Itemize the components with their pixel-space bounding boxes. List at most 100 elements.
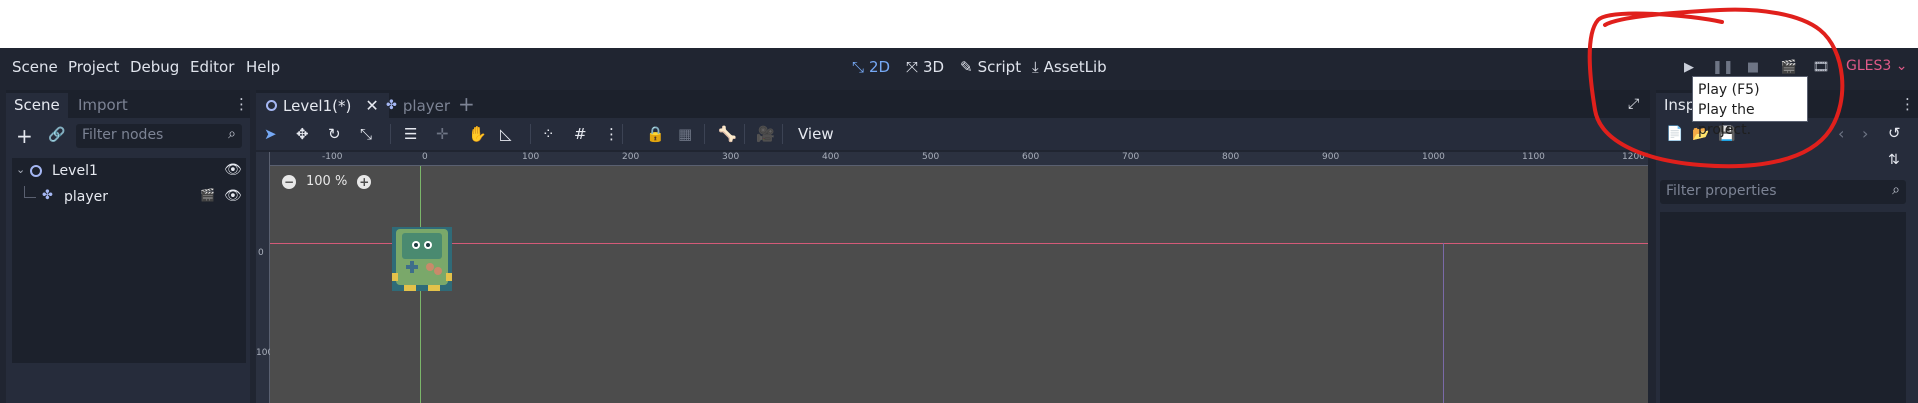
workspace-2d-label: 2D	[869, 58, 891, 76]
play-custom-scene-button[interactable]: 🎞	[1812, 60, 1830, 78]
lock-icon[interactable]: 🔒	[646, 125, 665, 143]
menu-help[interactable]: Help	[246, 58, 280, 76]
renderer-select[interactable]: GLES3 ⌄	[1846, 58, 1907, 74]
filter-nodes-input[interactable]: Filter nodes ⌕	[76, 124, 242, 148]
tooltip-title: Play (F5)	[1698, 82, 1760, 98]
3d-icon: ⤧	[906, 58, 919, 76]
separator	[390, 124, 391, 144]
viewport-bounds-line	[1443, 243, 1444, 403]
viewport-toolbar: ➤ ✥ ↻ ⤡ ☰ ✛ ✋ ◺ ⁘ # ⋮ 🔒 ▦ 🦴 🎥 View	[256, 118, 1650, 150]
player-sprite[interactable]	[392, 227, 452, 291]
x-axis-line	[270, 243, 1648, 244]
godot-editor: Scene Project Debug Editor Help ⤡ 2D ⤧ 3…	[0, 48, 1918, 403]
tab-level1[interactable]: Level1(*) ✕	[256, 93, 389, 118]
workspace-assetlib-button[interactable]: ⤓ AssetLib	[1032, 58, 1107, 76]
separator	[622, 124, 623, 144]
forward-icon[interactable]: ›	[1862, 124, 1868, 143]
viewport-canvas[interactable]: − 100 % +	[270, 166, 1648, 403]
pivot-icon[interactable]: ✛	[436, 125, 449, 143]
workspace-3d-button[interactable]: ⤧ 3D	[906, 58, 944, 76]
history-icon[interactable]: ↺	[1888, 124, 1901, 142]
search-icon: ⌕	[228, 126, 236, 142]
back-icon[interactable]: ‹	[1838, 124, 1844, 143]
menu-project[interactable]: Project	[68, 58, 119, 76]
assetlib-icon: ⤓	[1032, 58, 1039, 76]
ruler-label: 200	[622, 152, 640, 162]
group-icon[interactable]: ▦	[678, 125, 692, 143]
workspace-assetlib-label: AssetLib	[1043, 58, 1107, 76]
separator	[704, 124, 705, 144]
new-resource-icon[interactable]: 📄	[1666, 126, 1683, 142]
grid-snap-icon[interactable]: #	[574, 125, 587, 143]
add-tab-icon[interactable]: +	[458, 92, 475, 116]
scene-dock-tabs: Scene Import ⋮	[6, 90, 250, 118]
open-scene-clapper-icon[interactable]: 🎬	[200, 188, 215, 202]
script-icon: ✎	[960, 58, 973, 76]
vertical-ruler: 0 100	[256, 152, 273, 403]
menu-bar: Scene Project Debug Editor Help ⤡ 2D ⤧ 3…	[0, 48, 1918, 88]
snap-options-icon[interactable]: ⋮	[604, 125, 619, 143]
skeleton-icon[interactable]: 🦴	[718, 125, 737, 143]
ruler-label: -100	[322, 152, 343, 162]
ruler-label: 0	[422, 152, 428, 162]
ruler-mode-icon[interactable]: ◺	[500, 125, 512, 143]
ruler-label: 300	[722, 152, 740, 162]
kinematic-body-icon: ✤	[386, 98, 397, 113]
tree-item-level1[interactable]: ⌄ Level1 👁	[12, 160, 246, 184]
dock-menu-icon[interactable]: ⋮	[1900, 95, 1915, 113]
ruler-label: 900	[1322, 152, 1340, 162]
separator	[744, 124, 745, 144]
ruler-label: 1100	[1522, 152, 1545, 162]
ruler-label: 800	[1222, 152, 1240, 162]
smart-snap-icon[interactable]: ⁘	[542, 125, 555, 143]
distraction-free-icon[interactable]: ⤢	[1628, 96, 1639, 112]
object-properties-icon[interactable]: ⇅	[1888, 152, 1900, 168]
tab-import[interactable]: Import	[70, 93, 136, 118]
rotate-mode-icon[interactable]: ↻	[328, 125, 341, 143]
zoom-in-button[interactable]: +	[357, 174, 372, 189]
ruler-label: 400	[822, 152, 840, 162]
menu-debug[interactable]: Debug	[130, 58, 179, 76]
select-mode-icon[interactable]: ➤	[264, 125, 277, 143]
tab-scene[interactable]: Scene	[6, 93, 68, 118]
ruler-label: 500	[922, 152, 940, 162]
collapse-arrow-icon[interactable]: ⌄	[16, 163, 25, 176]
tree-item-player[interactable]: ✤ player 🎬 👁	[12, 186, 246, 210]
tooltip-description: Play the project.	[1698, 102, 1755, 138]
tab-level1-label: Level1(*)	[283, 96, 352, 115]
scale-mode-icon[interactable]: ⤡	[360, 125, 372, 143]
workspace-script-button[interactable]: ✎ Script	[960, 58, 1021, 76]
visibility-eye-icon[interactable]: 👁	[224, 162, 242, 178]
view-menu[interactable]: View	[798, 125, 834, 143]
filter-properties-placeholder: Filter properties	[1666, 183, 1777, 199]
move-mode-icon[interactable]: ✥	[296, 125, 309, 143]
tab-player[interactable]: ✤ player	[376, 93, 460, 118]
menu-editor[interactable]: Editor	[190, 58, 234, 76]
link-icon[interactable]: 🔗	[48, 127, 65, 143]
scene-tabs: Level1(*) ✕ ✤ player + ⤢	[256, 90, 1650, 118]
node2d-icon	[266, 100, 277, 111]
list-select-icon[interactable]: ☰	[404, 125, 417, 143]
zoom-level[interactable]: 100 %	[306, 174, 347, 189]
filter-properties-input[interactable]: Filter properties ⌕	[1660, 180, 1906, 204]
scene-dock: Scene Import ⋮ + 🔗 Filter nodes ⌕ ⌄ Leve…	[6, 90, 250, 403]
workspace-script-label: Script	[977, 58, 1022, 76]
ruler-label: 700	[1122, 152, 1140, 162]
dock-menu-icon[interactable]: ⋮	[234, 95, 249, 113]
2d-icon: ⤡	[852, 58, 865, 76]
ruler-label: 0	[258, 248, 264, 258]
camera-icon[interactable]: 🎥	[756, 125, 775, 143]
add-node-icon[interactable]: +	[16, 124, 33, 148]
node2d-icon	[30, 165, 42, 177]
ruler-label: 1200	[1622, 152, 1645, 162]
ruler-label: 1000	[1422, 152, 1445, 162]
visibility-eye-icon[interactable]: 👁	[224, 188, 242, 204]
scene-tree: ⌄ Level1 👁 ✤ player 🎬 👁	[12, 158, 246, 363]
pan-mode-icon[interactable]: ✋	[468, 125, 487, 143]
ruler-label: 600	[1022, 152, 1040, 162]
horizontal-ruler: -100 0 100 200 300 400 500 600 700 800 9…	[256, 152, 1648, 166]
separator	[530, 124, 531, 144]
workspace-2d-button[interactable]: ⤡ 2D	[852, 58, 890, 76]
menu-scene[interactable]: Scene	[12, 58, 58, 76]
zoom-out-button[interactable]: −	[282, 174, 296, 189]
